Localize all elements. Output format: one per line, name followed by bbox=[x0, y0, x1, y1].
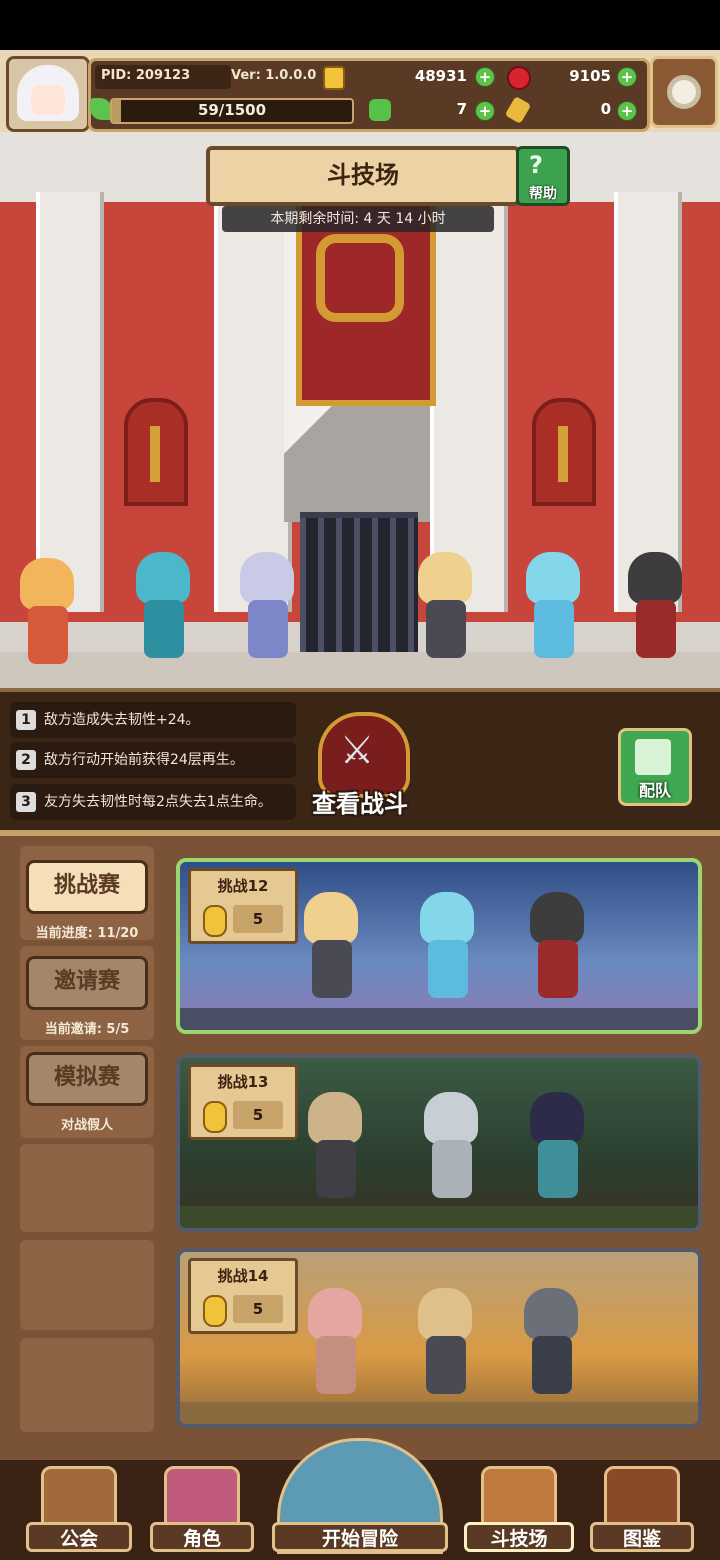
season-timer: 本期剩余时间: 4 天 14 小时 bbox=[222, 206, 494, 232]
challenge-title: 挑战12 bbox=[217, 877, 269, 895]
player-avatar[interactable] bbox=[6, 56, 90, 132]
view-battle-label: 查看战斗 bbox=[312, 790, 408, 818]
stamina-leaf-icon bbox=[90, 98, 112, 120]
stamina-bar: 59/1500 bbox=[110, 98, 354, 124]
team-setup-button[interactable]: 配队 bbox=[618, 728, 692, 806]
question-icon: ? bbox=[529, 151, 543, 179]
challenge-cost: 5 bbox=[233, 1101, 283, 1129]
key-icon bbox=[504, 95, 532, 125]
nav-characters[interactable]: 角色 bbox=[150, 1466, 254, 1556]
version-text: Ver: 1.0.0.0 bbox=[231, 68, 317, 83]
coin-icon bbox=[203, 905, 227, 937]
help-button[interactable]: ? 帮助 bbox=[516, 146, 570, 206]
help-label: 帮助 bbox=[529, 186, 557, 202]
rule-number: 1 bbox=[16, 710, 36, 730]
enemy-character bbox=[404, 552, 486, 672]
nav-guild[interactable]: 公会 bbox=[26, 1466, 132, 1556]
crossed-swords-icon: ⚔ bbox=[340, 728, 375, 772]
ruby-icon bbox=[507, 66, 531, 90]
coin-icon bbox=[203, 1295, 227, 1327]
mode-challenge-button[interactable]: 挑战赛 bbox=[26, 860, 148, 914]
team-label: 配队 bbox=[638, 781, 671, 800]
key-amount: 0 bbox=[600, 100, 611, 118]
nav-start-adventure[interactable]: 开始冒险 bbox=[272, 1438, 448, 1556]
clover-amount: 7 bbox=[456, 100, 467, 118]
rule-text: 友方失去韧性时每2点失去1点生命。 bbox=[44, 794, 272, 810]
arena-title: 斗技场 bbox=[206, 146, 520, 206]
enemy-character bbox=[294, 1288, 376, 1408]
challenge-card[interactable]: 挑战12 5 bbox=[176, 858, 702, 1034]
simulation-desc: 对战假人 bbox=[60, 1118, 113, 1133]
enemy-character bbox=[614, 552, 696, 672]
invite-count: 当前邀请: 5/5 bbox=[44, 1022, 130, 1037]
challenge-cost: 5 bbox=[233, 1295, 283, 1323]
gem-amount: 9105 bbox=[569, 67, 611, 85]
nav-label: 公会 bbox=[26, 1522, 132, 1552]
gear-icon bbox=[667, 75, 701, 109]
add-gold-button[interactable]: + bbox=[475, 67, 495, 87]
rule-2: 2 敌方行动开始前获得24层再生。 bbox=[10, 742, 296, 778]
challenge-tag: 挑战14 5 bbox=[188, 1258, 298, 1334]
enemy-character bbox=[516, 1092, 598, 1212]
nav-label: 图鉴 bbox=[590, 1522, 694, 1552]
nav-label: 开始冒险 bbox=[272, 1522, 448, 1552]
nav-label: 角色 bbox=[150, 1522, 254, 1552]
gold-amount: 48931 bbox=[414, 67, 467, 85]
rule-number: 2 bbox=[16, 750, 36, 770]
mode-simulation-button[interactable]: 模拟赛 bbox=[26, 1052, 148, 1106]
rule-number: 3 bbox=[16, 792, 36, 812]
enemy-character bbox=[294, 1092, 376, 1212]
ally-character bbox=[226, 552, 308, 672]
challenge-title: 挑战13 bbox=[217, 1073, 269, 1091]
ally-character bbox=[6, 558, 88, 678]
enemy-character bbox=[510, 1288, 592, 1408]
enemy-character bbox=[512, 552, 594, 672]
challenge-progress: 当前进度: 11/20 bbox=[35, 926, 139, 941]
enemy-character bbox=[290, 892, 372, 1012]
pid-text: PID: 209123 bbox=[101, 68, 191, 83]
challenge-cost: 5 bbox=[233, 905, 283, 933]
rule-text: 敌方造成失去韧性+24。 bbox=[44, 712, 200, 728]
add-gem-button[interactable]: + bbox=[617, 67, 637, 87]
mode-sidebar: 挑战赛 当前进度: 11/20 邀请赛 当前邀请: 5/5 模拟赛 对战假人 bbox=[20, 846, 154, 1432]
sword-emblem-left bbox=[124, 398, 188, 506]
clover-icon bbox=[369, 99, 391, 121]
team-icon bbox=[635, 739, 671, 775]
status-bar-area bbox=[0, 0, 720, 50]
challenge-card[interactable]: 挑战13 5 bbox=[176, 1054, 702, 1232]
rule-1: 1 敌方造成失去韧性+24。 bbox=[10, 702, 296, 738]
settings-button[interactable] bbox=[650, 56, 718, 128]
nav-arena[interactable]: 斗技场 bbox=[464, 1466, 574, 1556]
add-clover-button[interactable]: + bbox=[475, 101, 495, 121]
challenge-tag: 挑战13 5 bbox=[188, 1064, 298, 1140]
mode-invite-button[interactable]: 邀请赛 bbox=[26, 956, 148, 1010]
stamina-text: 59/1500 bbox=[197, 101, 267, 119]
nav-codex[interactable]: 图鉴 bbox=[590, 1466, 694, 1556]
challenge-tag: 挑战12 5 bbox=[188, 868, 298, 944]
coin-icon bbox=[203, 1101, 227, 1133]
view-battle-button[interactable]: ⚔ 查看战斗 bbox=[294, 712, 426, 822]
enemy-character bbox=[404, 1288, 486, 1408]
nav-label: 斗技场 bbox=[464, 1522, 574, 1552]
gold-coin-icon bbox=[323, 66, 345, 90]
enemy-character bbox=[516, 892, 598, 1012]
add-key-button[interactable]: + bbox=[617, 101, 637, 121]
rule-text: 敌方行动开始前获得24层再生。 bbox=[44, 752, 244, 768]
challenge-card[interactable]: 挑战14 5 bbox=[176, 1248, 702, 1428]
rule-3: 3 友方失去韧性时每2点失去1点生命。 bbox=[10, 784, 296, 820]
sword-emblem-right bbox=[532, 398, 596, 506]
enemy-character bbox=[410, 1092, 492, 1212]
challenge-title: 挑战14 bbox=[217, 1267, 269, 1285]
ally-character bbox=[122, 552, 204, 672]
enemy-character bbox=[406, 892, 488, 1012]
